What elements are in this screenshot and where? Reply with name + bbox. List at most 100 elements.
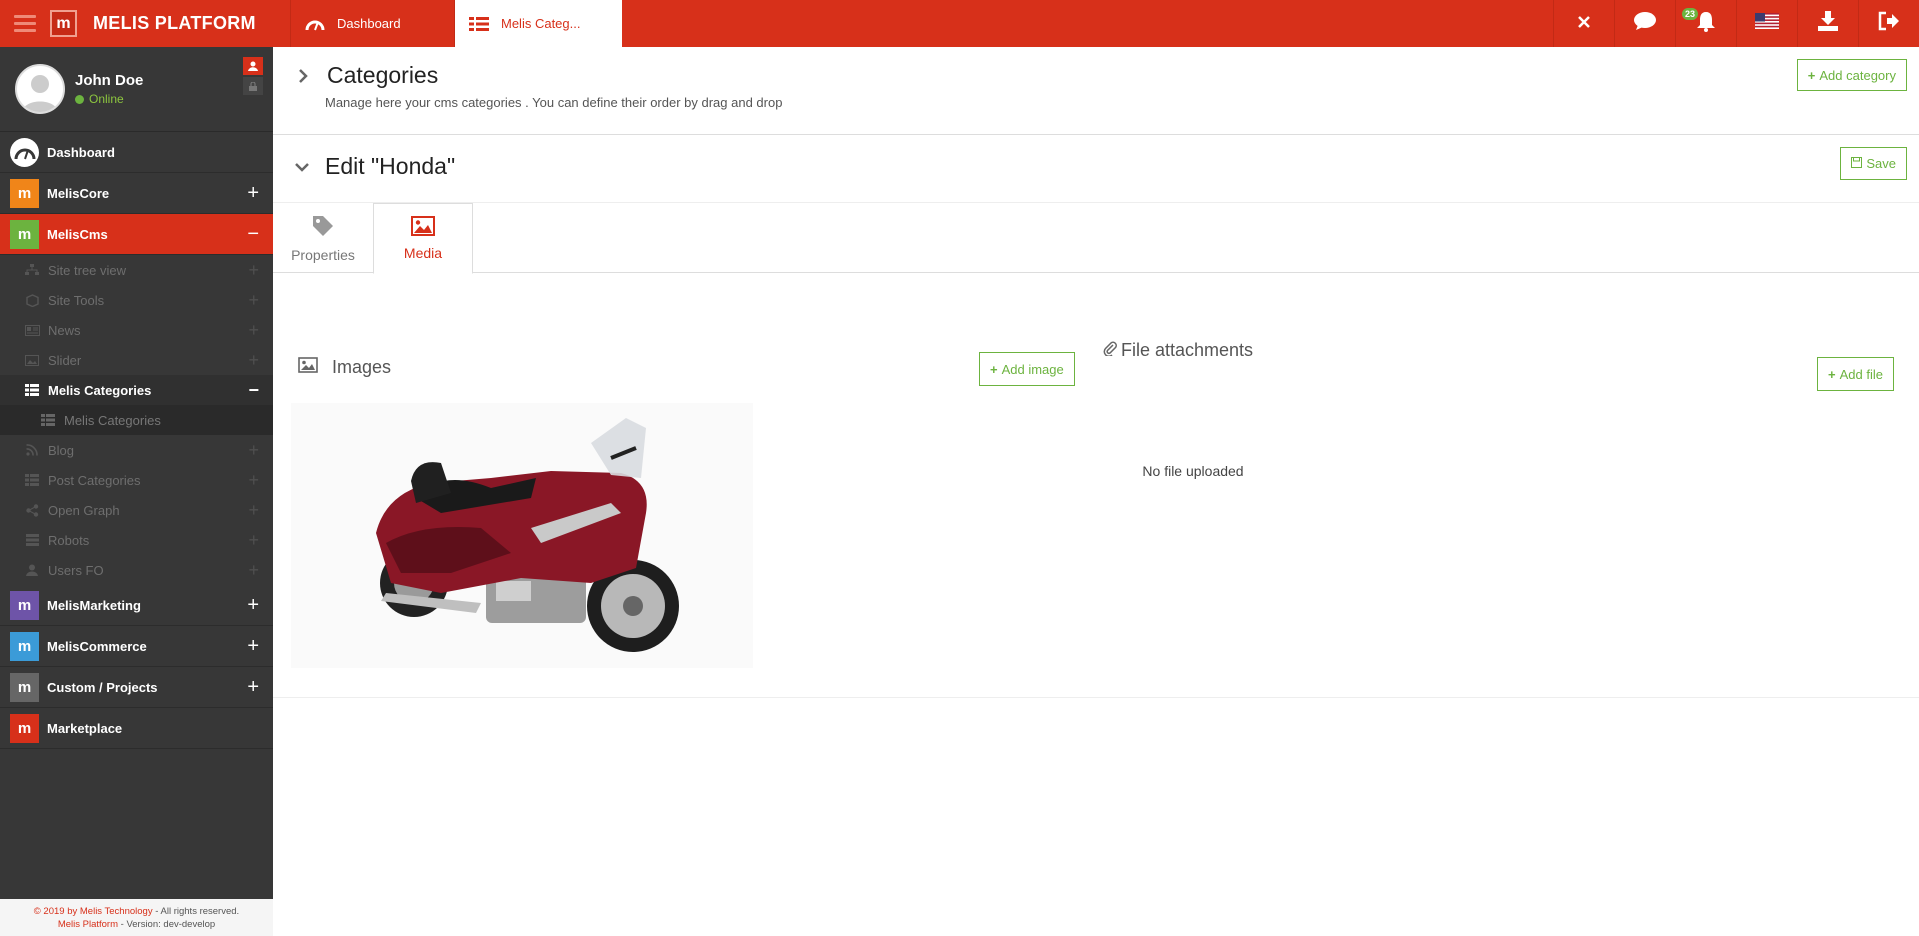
tab-properties[interactable]: Properties	[273, 203, 373, 273]
sidebar-item-label: MelisCommerce	[47, 638, 147, 654]
brand-name: MELIS PLATFORM	[93, 13, 256, 33]
image-icon	[411, 216, 435, 239]
tab-media-label: Media	[403, 245, 443, 261]
sidebar-item-meliscore[interactable]: m MelisCore +	[0, 173, 273, 214]
tag-icon	[311, 214, 335, 241]
tab-media[interactable]: Media	[373, 203, 473, 274]
cube-icon	[24, 293, 40, 307]
sidebar-item-custom-projects[interactable]: m Custom / Projects +	[0, 667, 273, 708]
sidebar-item-label: Custom / Projects	[47, 679, 158, 695]
expand-icon[interactable]: +	[248, 290, 259, 311]
sidebar-item-meliscms[interactable]: m MelisCms −	[0, 214, 273, 255]
close-icon	[1578, 15, 1590, 33]
sidebar-item-open-graph[interactable]: Open Graph +	[0, 495, 273, 525]
logout-button[interactable]	[1858, 0, 1919, 47]
page-title: Categories	[327, 62, 439, 88]
rights-text: - All rights reserved.	[152, 906, 240, 917]
user-profile-icon[interactable]	[243, 57, 263, 75]
marketplace-icon: m	[10, 713, 39, 743]
expand-icon[interactable]: +	[247, 182, 259, 205]
tab-melis-categories-label: Melis Categ...	[501, 16, 581, 31]
sidebar-item-melis-categories-child[interactable]: Melis Categories	[0, 405, 273, 435]
platform-link[interactable]: Melis Platform	[58, 919, 118, 930]
avatar[interactable]	[15, 64, 65, 114]
add-category-button[interactable]: + Add category	[1796, 59, 1907, 91]
sidebar-item-news[interactable]: News +	[0, 315, 273, 345]
save-button[interactable]: Save	[1840, 147, 1907, 180]
images-section-title: Images	[298, 357, 391, 378]
newspaper-icon	[24, 324, 40, 336]
tab-melis-categories[interactable]: Melis Categ...	[454, 0, 622, 47]
expand-icon[interactable]: +	[247, 635, 259, 658]
image-icon	[298, 357, 318, 378]
sidebar-item-melis-categories[interactable]: Melis Categories −	[0, 375, 273, 405]
expand-icon[interactable]: +	[248, 470, 259, 491]
chevron-right-icon[interactable]	[297, 68, 317, 83]
sidebar-item-site-tree-view[interactable]: Site tree view +	[0, 255, 273, 285]
sidebar-item-blog[interactable]: Blog +	[0, 435, 273, 465]
sidebar-item-label: Blog	[48, 442, 75, 458]
sidebar-item-slider[interactable]: Slider +	[0, 345, 273, 375]
download-button[interactable]	[1797, 0, 1858, 47]
dashboard-icon	[10, 137, 39, 167]
logout-icon	[1878, 11, 1900, 36]
collapse-icon[interactable]: −	[247, 223, 259, 246]
sidebar-item-users-fo[interactable]: Users FO +	[0, 555, 273, 585]
images-title-label: Images	[332, 357, 392, 377]
file-attachments-label: File attachments	[1121, 340, 1254, 360]
expand-icon[interactable]: +	[247, 676, 259, 699]
sidebar-item-dashboard[interactable]: Dashboard	[0, 132, 273, 173]
page-header: Categories Manage here your cms categori…	[273, 47, 1919, 135]
collapse-icon[interactable]: −	[248, 380, 259, 401]
messages-button[interactable]	[1614, 0, 1675, 47]
close-tabs-button[interactable]	[1553, 0, 1614, 47]
custom-projects-icon: m	[10, 672, 39, 702]
sidebar-item-label: Site Tools	[48, 292, 105, 308]
edit-title: Edit "Honda"	[325, 153, 456, 179]
notification-count-badge: 23	[1682, 8, 1699, 20]
menu-toggle-icon[interactable]	[0, 0, 50, 47]
notifications-button[interactable]: 23	[1675, 0, 1736, 47]
chevron-down-icon[interactable]	[295, 161, 315, 173]
add-image-button[interactable]: + Add image	[979, 352, 1075, 386]
expand-icon[interactable]: +	[248, 530, 259, 551]
expand-icon[interactable]: +	[248, 440, 259, 461]
brand[interactable]: m MELIS PLATFORM	[50, 0, 290, 47]
sitemap-icon	[24, 264, 40, 276]
download-icon	[1817, 11, 1839, 36]
user-status: Online	[75, 92, 143, 106]
add-category-label: Add category	[1819, 67, 1896, 83]
expand-icon[interactable]: +	[248, 560, 259, 581]
user-profile: John Doe Online	[0, 47, 273, 132]
tab-dashboard[interactable]: Dashboard	[290, 0, 454, 47]
sidebar-item-meliscommerce[interactable]: m MelisCommerce +	[0, 626, 273, 667]
us-flag-icon	[1755, 13, 1779, 34]
add-file-label: Add file	[1839, 366, 1883, 382]
tab-properties-label: Properties	[291, 246, 355, 263]
rss-icon	[24, 444, 40, 456]
language-button[interactable]	[1736, 0, 1797, 47]
category-image-thumbnail[interactable]	[291, 403, 753, 668]
sidebar-item-label: Melis Categories	[48, 382, 152, 398]
copyright-link[interactable]: © 2019 by Melis Technology	[34, 906, 153, 917]
expand-icon[interactable]: +	[248, 260, 259, 281]
tab-dashboard-label: Dashboard	[337, 16, 401, 31]
sidebar-item-site-tools[interactable]: Site Tools +	[0, 285, 273, 315]
expand-icon[interactable]: +	[247, 594, 259, 617]
server-icon	[24, 534, 40, 546]
version-text: - Version: dev-develop	[118, 919, 216, 930]
expand-icon[interactable]: +	[248, 500, 259, 521]
sidebar-item-label: Marketplace	[47, 720, 123, 736]
plus-icon: +	[1828, 366, 1836, 382]
sidebar-item-label: Post Categories	[48, 472, 141, 488]
sidebar-item-marketplace[interactable]: m Marketplace	[0, 708, 273, 749]
sidebar-item-post-categories[interactable]: Post Categories +	[0, 465, 273, 495]
lock-icon[interactable]	[243, 77, 263, 95]
expand-icon[interactable]: +	[248, 350, 259, 371]
sidebar: John Doe Online Dashboard m MelisCore + …	[0, 47, 273, 936]
add-file-button[interactable]: + Add file	[1817, 357, 1894, 391]
sidebar-item-robots[interactable]: Robots +	[0, 525, 273, 555]
sidebar-item-melismarketing[interactable]: m MelisMarketing +	[0, 585, 273, 626]
online-dot-icon	[75, 94, 84, 104]
expand-icon[interactable]: +	[248, 320, 259, 341]
